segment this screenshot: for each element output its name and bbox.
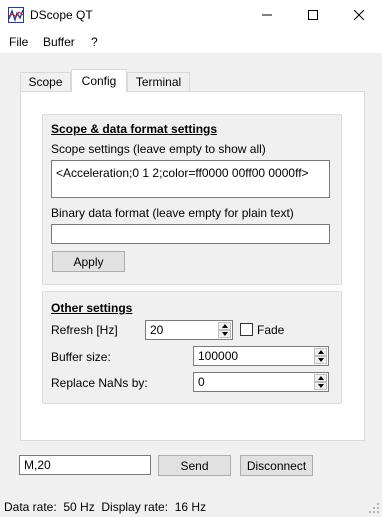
tab-config[interactable]: Config bbox=[71, 69, 127, 92]
binary-format-input[interactable] bbox=[51, 224, 330, 244]
menu-file[interactable]: File bbox=[9, 35, 28, 49]
refresh-value: 20 bbox=[150, 323, 164, 337]
buffer-size-spinbox[interactable]: 100000 bbox=[193, 346, 329, 366]
chevron-down-icon bbox=[221, 332, 228, 336]
replace-nan-spinbox[interactable]: 0 bbox=[193, 372, 329, 392]
refresh-down-arrow[interactable] bbox=[218, 330, 231, 338]
apply-button[interactable]: Apply bbox=[52, 251, 125, 272]
tab-scope[interactable]: Scope bbox=[20, 72, 71, 91]
chevron-up-icon bbox=[317, 350, 324, 354]
maximize-button[interactable] bbox=[290, 0, 336, 31]
fade-checkbox[interactable] bbox=[240, 323, 253, 336]
buffer-size-label: Buffer size: bbox=[51, 350, 111, 364]
close-icon bbox=[353, 9, 365, 23]
replace-nan-label: Replace NaNs by: bbox=[51, 376, 148, 390]
oscilloscope-icon bbox=[8, 7, 24, 23]
minimize-icon bbox=[262, 9, 272, 23]
maximize-icon bbox=[308, 9, 318, 23]
window-title: DScope QT bbox=[30, 8, 93, 22]
replace-nan-value: 0 bbox=[198, 375, 205, 389]
tab-terminal[interactable]: Terminal bbox=[127, 72, 190, 91]
scope-settings-textarea[interactable]: <Acceleration;0 1 2;color=ff0000 00ff00 … bbox=[51, 160, 330, 198]
scope-format-group-title: Scope & data format settings bbox=[51, 122, 218, 136]
buffer-down-arrow[interactable] bbox=[314, 356, 327, 364]
menu-help[interactable]: ? bbox=[91, 35, 98, 49]
command-input[interactable]: M,20 bbox=[19, 455, 151, 475]
buffer-size-value: 100000 bbox=[198, 349, 239, 363]
refresh-up-arrow[interactable] bbox=[218, 322, 231, 330]
chevron-up-icon bbox=[221, 324, 228, 328]
chevron-down-icon bbox=[317, 384, 324, 388]
nan-down-arrow[interactable] bbox=[314, 382, 327, 390]
other-settings-group-title: Other settings bbox=[51, 301, 133, 315]
binary-format-label: Binary data format (leave empty for plai… bbox=[51, 206, 294, 220]
refresh-label: Refresh [Hz] bbox=[51, 323, 118, 337]
resize-grip-icon[interactable] bbox=[368, 502, 380, 514]
nan-up-arrow[interactable] bbox=[314, 374, 327, 382]
scope-settings-label: Scope settings (leave empty to show all) bbox=[51, 142, 266, 156]
buffer-up-arrow[interactable] bbox=[314, 348, 327, 356]
refresh-spinbox[interactable]: 20 bbox=[145, 320, 233, 340]
status-text: Data rate: 50 Hz Display rate: 16 Hz bbox=[4, 500, 207, 514]
chevron-up-icon bbox=[317, 376, 324, 380]
disconnect-button[interactable]: Disconnect bbox=[240, 455, 313, 476]
send-button[interactable]: Send bbox=[158, 455, 231, 476]
close-button[interactable] bbox=[336, 0, 382, 31]
menu-buffer[interactable]: Buffer bbox=[43, 35, 75, 49]
chevron-down-icon bbox=[317, 358, 324, 362]
fade-label: Fade bbox=[257, 323, 285, 337]
minimize-button[interactable] bbox=[244, 0, 290, 31]
